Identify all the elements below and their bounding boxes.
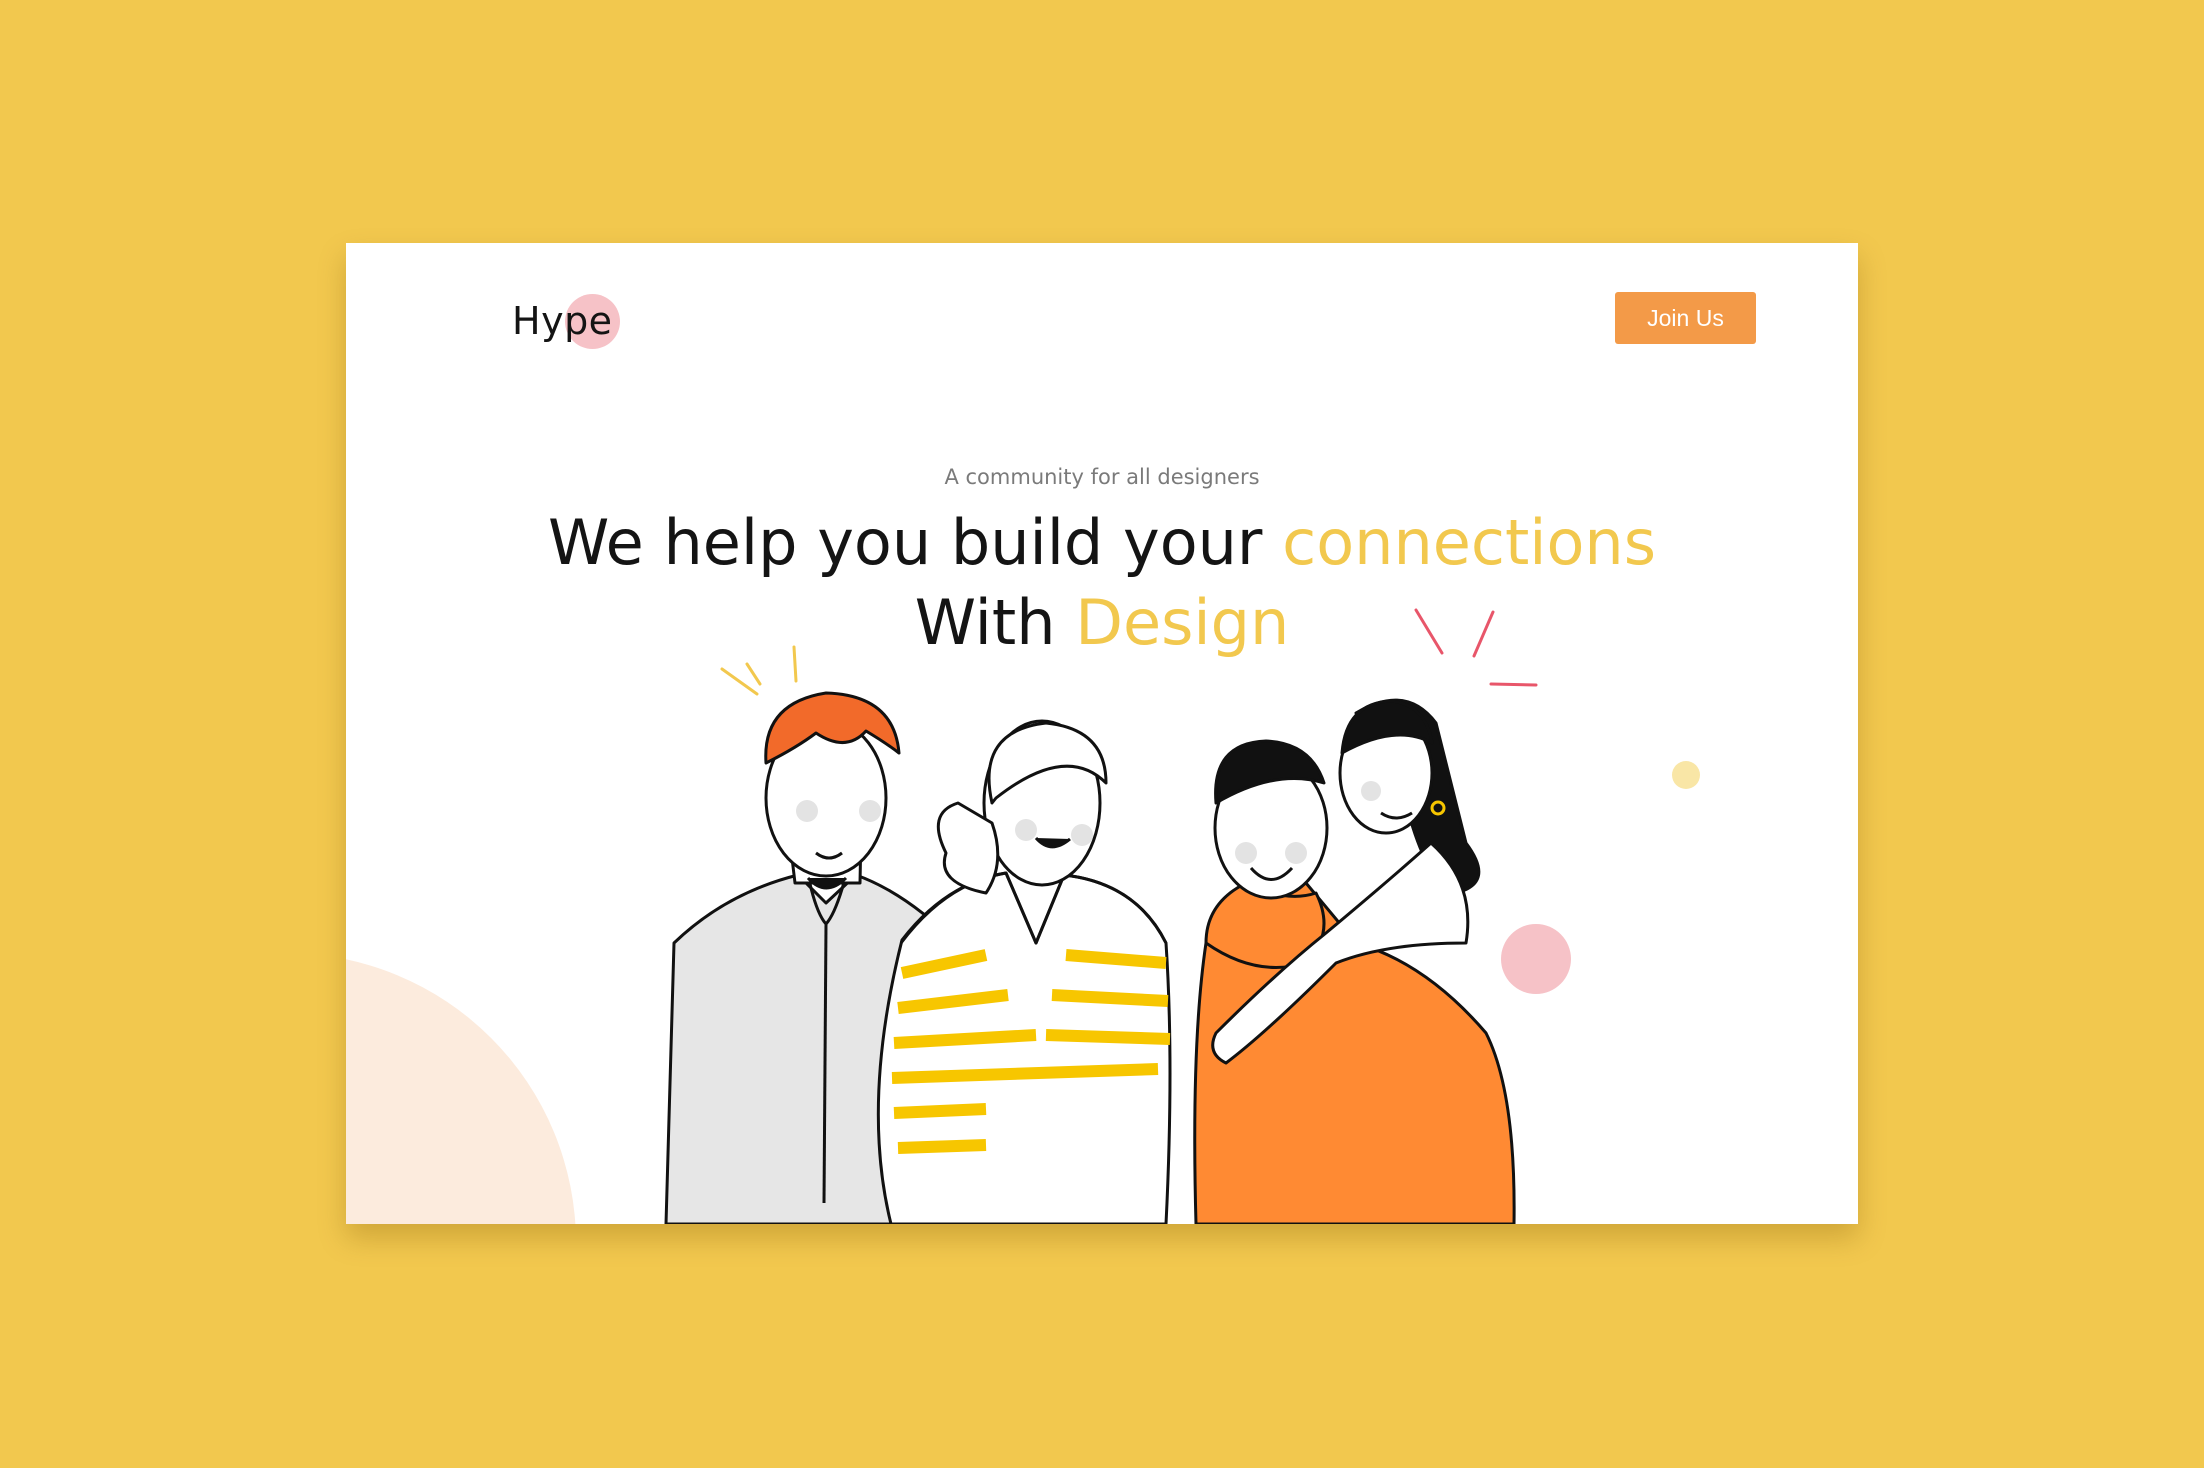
person-striped-top — [876, 719, 1172, 1224]
hero-illustration — [346, 608, 1700, 1224]
headline-text-1: We help you build your — [547, 506, 1283, 579]
brand-logo[interactable]: Hype — [512, 293, 620, 349]
join-us-button[interactable]: Join Us — [1615, 292, 1756, 344]
hero-tagline: A community for all designers — [944, 465, 1260, 489]
landing-card: Hype Join Us A community for all designe… — [346, 243, 1858, 1224]
headline-accent-1: connections — [1282, 506, 1657, 579]
peach-circle-decoration — [346, 959, 576, 1224]
hero-headline: We help you build your connections With … — [346, 503, 1858, 663]
brand-name: Hype — [512, 299, 613, 343]
headline-accent-2: Design — [1075, 586, 1290, 659]
pink-dot-decoration — [1501, 924, 1571, 994]
headline-text-2: With — [914, 586, 1076, 659]
yellow-dot-decoration — [1672, 761, 1700, 789]
